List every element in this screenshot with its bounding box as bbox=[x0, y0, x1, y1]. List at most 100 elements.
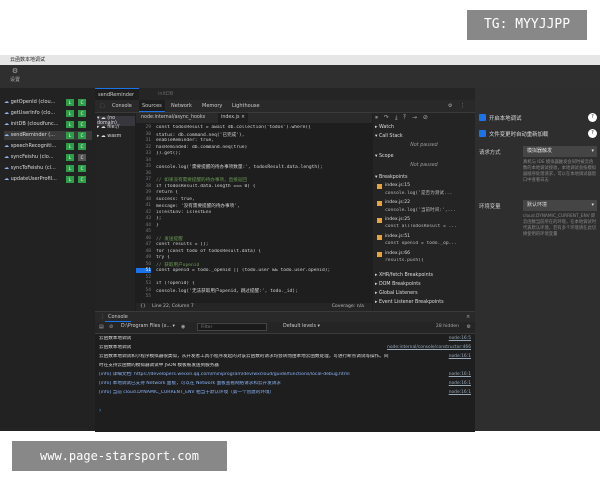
function-item[interactable]: ☁ getUserInfo (clo... L C bbox=[4, 109, 92, 118]
code-line: try { bbox=[156, 255, 170, 260]
source-link[interactable]: node:16:1 bbox=[449, 354, 471, 359]
function-item[interactable]: ☁ syncFeishu (clo... L C bbox=[4, 153, 92, 162]
line-number[interactable]: 36 bbox=[136, 171, 151, 176]
line-number[interactable]: 49 bbox=[136, 255, 151, 260]
line-number[interactable]: 33 bbox=[136, 151, 151, 156]
line-number[interactable]: 43 bbox=[136, 216, 151, 221]
line-number[interactable]: 32 bbox=[136, 145, 151, 150]
help-icon[interactable]: ? bbox=[588, 113, 597, 122]
line-number[interactable]: 52 bbox=[136, 275, 151, 280]
gear-icon[interactable]: ⚙ bbox=[467, 324, 471, 330]
env-select[interactable]: 默认环境 ▾ bbox=[523, 200, 597, 211]
request-mode-select[interactable]: 模拟器触发 ▾ bbox=[523, 146, 597, 157]
request-mode-value: 模拟器触发 bbox=[527, 148, 553, 154]
local-badge: L bbox=[66, 99, 74, 106]
line-number[interactable]: 29 bbox=[136, 125, 151, 130]
context-selector[interactable]: D:\Program Files (x... ▾ bbox=[121, 324, 175, 329]
console-message: [info] 详细文档: https://developers.weixin.q… bbox=[99, 372, 350, 377]
auto-reload-checkbox[interactable] bbox=[479, 130, 486, 137]
global-listeners-section[interactable]: ▸ Global Listeners bbox=[375, 290, 473, 298]
tab-memory[interactable]: Memory bbox=[199, 100, 225, 112]
auto-reload-label: 文件变更时自动重新加载 bbox=[489, 132, 549, 138]
line-number[interactable]: 55 bbox=[136, 294, 151, 299]
clear-console-icon[interactable]: ⊘ bbox=[109, 324, 113, 330]
xhr-breakpoints-section[interactable]: ▸ XHR/fetch Breakpoints bbox=[375, 272, 473, 280]
function-name: speechRecogniti... bbox=[10, 143, 57, 149]
tab-sources[interactable]: Sources bbox=[139, 100, 165, 112]
code-line: console.log('需要提醒的待办事项数量:', todosResult.… bbox=[156, 165, 323, 170]
console-prompt[interactable]: › bbox=[99, 407, 101, 414]
line-number[interactable]: 45 bbox=[136, 229, 151, 234]
line-number[interactable]: 53 bbox=[136, 281, 151, 286]
line-number[interactable]: 38 bbox=[136, 184, 151, 189]
function-item[interactable]: ☁ syncToFeishu (cl... L C bbox=[4, 164, 92, 173]
drawer-tab-console[interactable]: Console bbox=[105, 312, 131, 322]
line-number[interactable]: 54 bbox=[136, 288, 151, 293]
eye-icon[interactable]: ◉ bbox=[181, 324, 185, 330]
function-icon: ☁ bbox=[4, 176, 11, 182]
event-listener-section[interactable]: ▸ Event Listener Breakpoints bbox=[375, 299, 473, 307]
line-number[interactable]: 40 bbox=[136, 197, 151, 202]
tree-item-file[interactable]: ▸ ☁ file:// bbox=[97, 125, 119, 130]
line-number[interactable]: 34 bbox=[136, 158, 151, 163]
line-number[interactable]: 42 bbox=[136, 210, 151, 215]
source-link[interactable]: node:16:5 bbox=[449, 336, 471, 341]
breakpoint-checkbox[interactable] bbox=[377, 252, 382, 257]
source-link[interactable]: node:internal/console/constructor:466 bbox=[387, 345, 471, 350]
brace-icon[interactable]: {} bbox=[140, 303, 146, 311]
line-number[interactable]: 51 bbox=[136, 268, 151, 273]
code-line: isTestEnv: isTestEnv bbox=[156, 209, 212, 215]
line-number[interactable]: 41 bbox=[136, 203, 151, 208]
line-number[interactable]: 50 bbox=[136, 262, 151, 267]
tab-network[interactable]: Network bbox=[168, 100, 195, 112]
tab-init-db[interactable]: initDB bbox=[155, 88, 176, 100]
line-number[interactable]: 37 bbox=[136, 177, 151, 182]
line-number[interactable]: 30 bbox=[136, 132, 151, 137]
function-item[interactable]: ☁ initDB (cloudfunc... L C bbox=[4, 120, 92, 129]
inspect-icon[interactable]: ⬚ bbox=[97, 100, 108, 112]
line-number[interactable]: 31 bbox=[136, 138, 151, 143]
line-number[interactable]: 46 bbox=[136, 236, 151, 241]
function-item[interactable]: ☁ speechRecogniti... L C bbox=[4, 142, 92, 151]
breakpoint-checkbox[interactable] bbox=[377, 218, 382, 223]
settings-button[interactable]: ⚙ 设置 bbox=[6, 67, 24, 83]
more-icon[interactable]: ⋮ bbox=[457, 100, 468, 112]
tab-index-js[interactable]: index.js × bbox=[218, 113, 249, 123]
line-number[interactable]: 35 bbox=[136, 164, 151, 169]
enable-local-checkbox[interactable] bbox=[479, 114, 486, 121]
debugger-controls[interactable]: ⏸ ↷ ⤓ ⤒ → ⊘ bbox=[375, 114, 473, 122]
sidebar-toggle-icon[interactable]: ▤ bbox=[99, 324, 104, 330]
watch-section[interactable]: ▸ Watch bbox=[375, 124, 473, 132]
scope-section[interactable]: ▾ Scope bbox=[375, 153, 473, 161]
line-number[interactable]: 39 bbox=[136, 190, 151, 195]
tab-lighthouse[interactable]: Lighthouse bbox=[229, 100, 263, 112]
source-link[interactable]: node:16:1 bbox=[449, 390, 471, 395]
dom-breakpoints-section[interactable]: ▸ DOM Breakpoints bbox=[375, 281, 473, 289]
source-link[interactable]: node:16:1 bbox=[449, 381, 471, 386]
log-levels-dropdown[interactable]: Default levels ▾ bbox=[283, 324, 320, 329]
file-navigator: ▾ ☁ (no domain) ▸ ☁ file:// ▸ ☁ wasm bbox=[95, 113, 135, 311]
line-number[interactable]: 48 bbox=[136, 249, 151, 254]
tab-send-reminder[interactable]: sendReminder bbox=[95, 88, 139, 100]
call-stack-section[interactable]: ▾ Call Stack bbox=[375, 133, 473, 141]
breakpoints-section[interactable]: ▾ Breakpoints bbox=[375, 174, 473, 182]
function-item[interactable]: ☁ getOpenId (clou... L C bbox=[4, 98, 92, 107]
breakpoint-checkbox[interactable] bbox=[377, 235, 382, 240]
tab-async-hooks[interactable]: node:internal/async_hooks bbox=[138, 113, 208, 123]
filter-input[interactable]: Filter bbox=[197, 323, 267, 331]
function-item[interactable]: ☁ sendReminder (... L C bbox=[4, 131, 92, 140]
breakpoint-checkbox[interactable] bbox=[377, 201, 382, 206]
code-editor[interactable]: 29 const todosResult = await db.collecti… bbox=[136, 123, 372, 303]
breakpoint-code: results.push({ bbox=[385, 258, 424, 263]
close-icon[interactable]: × bbox=[463, 312, 473, 322]
line-number[interactable]: 44 bbox=[136, 223, 151, 228]
function-item[interactable]: ☁ updateUserProfil... L C bbox=[4, 175, 92, 184]
source-link[interactable]: node:16:1 bbox=[449, 372, 471, 377]
close-icon[interactable]: × bbox=[241, 115, 245, 120]
line-number[interactable]: 47 bbox=[136, 242, 151, 247]
gear-icon[interactable]: ⚙ bbox=[445, 100, 455, 112]
help-icon[interactable]: ? bbox=[588, 129, 597, 138]
breakpoint-checkbox[interactable] bbox=[377, 184, 382, 189]
tree-item-wasm[interactable]: ▸ ☁ wasm bbox=[97, 134, 121, 139]
tab-console[interactable]: Console bbox=[109, 100, 135, 112]
